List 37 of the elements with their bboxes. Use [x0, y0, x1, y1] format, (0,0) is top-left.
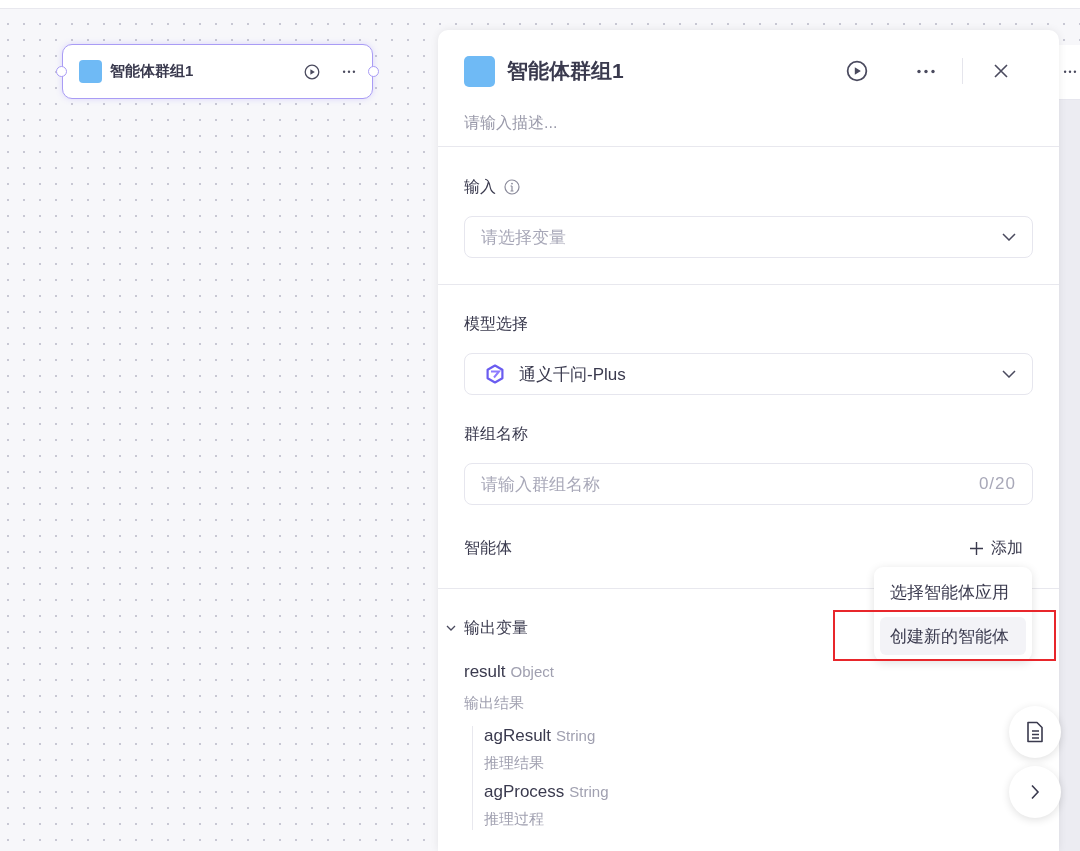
more-icon[interactable]: [1063, 70, 1077, 74]
close-icon[interactable]: [993, 63, 1009, 79]
section-label: 智能体: [464, 537, 512, 558]
section-label: 群组名称: [464, 423, 528, 444]
add-button[interactable]: 添加: [970, 537, 1033, 559]
play-icon[interactable]: [304, 63, 320, 80]
menu-item[interactable]: 创建新的智能体: [880, 617, 1026, 655]
more-icon[interactable]: [342, 69, 356, 74]
variable-type: String: [556, 727, 596, 744]
model-select[interactable]: 通义千问-Plus: [464, 353, 1033, 395]
agent-group-node[interactable]: 智能体群组1: [62, 44, 373, 99]
info-icon: [504, 179, 520, 195]
node-title: 智能体群组1: [110, 62, 195, 81]
variable-type: Object: [510, 663, 554, 680]
variable-description: 推理结果: [484, 754, 545, 773]
node-color-icon: [79, 60, 102, 83]
document-icon: [1025, 721, 1045, 743]
play-icon[interactable]: [846, 60, 868, 82]
chevron-right-icon: [1030, 784, 1040, 800]
variable-name: agProcess: [484, 782, 565, 801]
chevron-down-icon[interactable]: [446, 623, 456, 633]
model-logo-icon: [485, 364, 505, 384]
plus-icon: [970, 541, 983, 555]
menu-item[interactable]: 选择智能体应用: [880, 573, 1026, 611]
panel-title: 智能体群组1: [507, 58, 625, 84]
variable-description: 输出结果: [464, 694, 525, 713]
chevron-down-icon: [1002, 370, 1016, 378]
node-color-icon: [464, 55, 495, 87]
section-label: 输入: [464, 176, 496, 197]
chevron-down-icon: [1002, 233, 1016, 241]
variable-description: 推理过程: [484, 810, 545, 829]
variable-name: result: [464, 662, 506, 681]
section-label: 模型选择: [464, 313, 528, 334]
variable-name: agResult: [484, 726, 552, 745]
variable-type: String: [569, 783, 609, 800]
section-label: 输出变量: [464, 617, 528, 638]
more-icon[interactable]: [916, 68, 936, 74]
